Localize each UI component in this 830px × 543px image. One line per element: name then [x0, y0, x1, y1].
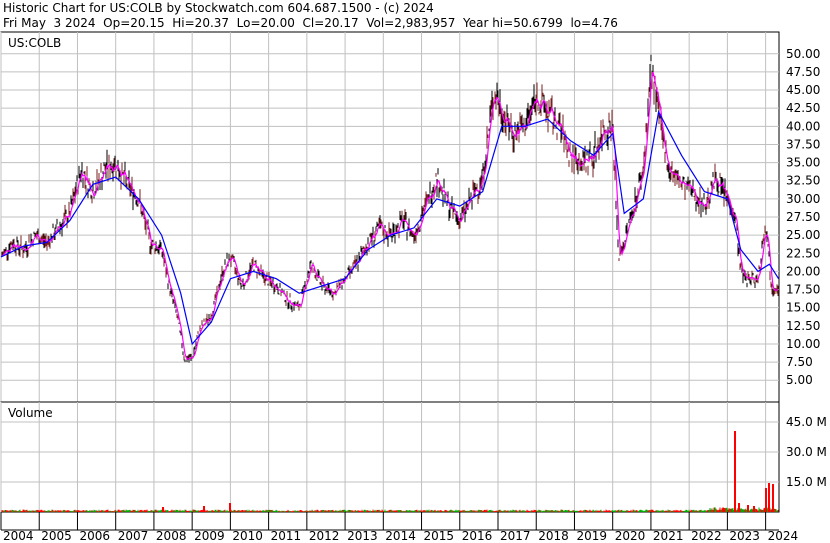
price-y-tick-label: 15.00: [786, 301, 820, 315]
price-y-tick-label: 47.50: [786, 65, 820, 79]
volume-y-tick-label: 15.0 M: [786, 475, 827, 489]
x-tick-label: 2024: [768, 529, 799, 543]
x-tick-label: 2018: [538, 529, 569, 543]
price-y-tick-label: 5.00: [786, 373, 813, 387]
price-y-tick-label: 25.00: [786, 228, 820, 242]
price-y-tick-label: 50.00: [786, 47, 820, 61]
volume-y-tick-label: 45.0 M: [786, 415, 827, 429]
price-y-tick-label: 32.50: [786, 174, 820, 188]
price-y-tick-label: 35.00: [786, 156, 820, 170]
x-tick-label: 2006: [79, 529, 110, 543]
x-tick-label: 2021: [653, 529, 684, 543]
x-tick-label: 2009: [194, 529, 225, 543]
x-tick-label: 2005: [41, 529, 72, 543]
volume-y-axis: 15.0 M 30.0 M 45.0 M: [786, 415, 827, 489]
x-tick-label: 2017: [500, 529, 531, 543]
stock-chart: 5.00 7.50 10.00 12.50 15.00 17.50 20.00 22.50 25…: [0, 31, 827, 543]
price-y-tick-label: 37.50: [786, 137, 820, 151]
x-tick-label: 2014: [385, 529, 416, 543]
x-tick-label: 2012: [309, 529, 340, 543]
price-y-tick-label: 20.00: [786, 264, 820, 278]
volume-label: Volume: [8, 406, 53, 420]
x-tick-label: 2010: [232, 529, 263, 543]
x-tick-label: 2008: [156, 529, 187, 543]
volume-panel: [0, 401, 780, 513]
price-y-tick-label: 27.50: [786, 210, 820, 224]
price-y-axis: 5.00 7.50 10.00 12.50 15.00 17.50 20.00 22.50 25…: [786, 47, 820, 387]
price-y-tick-label: 30.00: [786, 192, 820, 206]
symbol-label: US:COLB: [8, 36, 61, 50]
price-y-tick-label: 45.00: [786, 83, 820, 97]
price-y-tick-label: 7.50: [786, 355, 813, 369]
price-y-tick-label: 10.00: [786, 337, 820, 351]
x-tick-label: 2016: [462, 529, 493, 543]
x-tick-label: 2015: [424, 529, 455, 543]
x-tick-label: 2019: [576, 529, 607, 543]
x-tick-label: 2007: [118, 529, 149, 543]
price-y-tick-label: 22.50: [786, 246, 820, 260]
price-y-tick-label: 17.50: [786, 283, 820, 297]
x-tick-label: 2023: [729, 529, 760, 543]
x-tick-label: 2004: [3, 529, 34, 543]
x-tick-label: 2011: [271, 529, 302, 543]
price-y-tick-label: 42.50: [786, 101, 820, 115]
x-tick-label: 2022: [691, 529, 722, 543]
price-y-tick-label: 40.00: [786, 119, 820, 133]
x-tick-label: 2013: [347, 529, 378, 543]
x-axis: 2004 2005 2006 2007 2008 2009 2010 2011 2012 2013…: [0, 512, 799, 543]
volume-y-tick-label: 30.0 M: [786, 445, 827, 459]
price-y-tick-label: 12.50: [786, 319, 820, 333]
x-tick-label: 2020: [615, 529, 646, 543]
